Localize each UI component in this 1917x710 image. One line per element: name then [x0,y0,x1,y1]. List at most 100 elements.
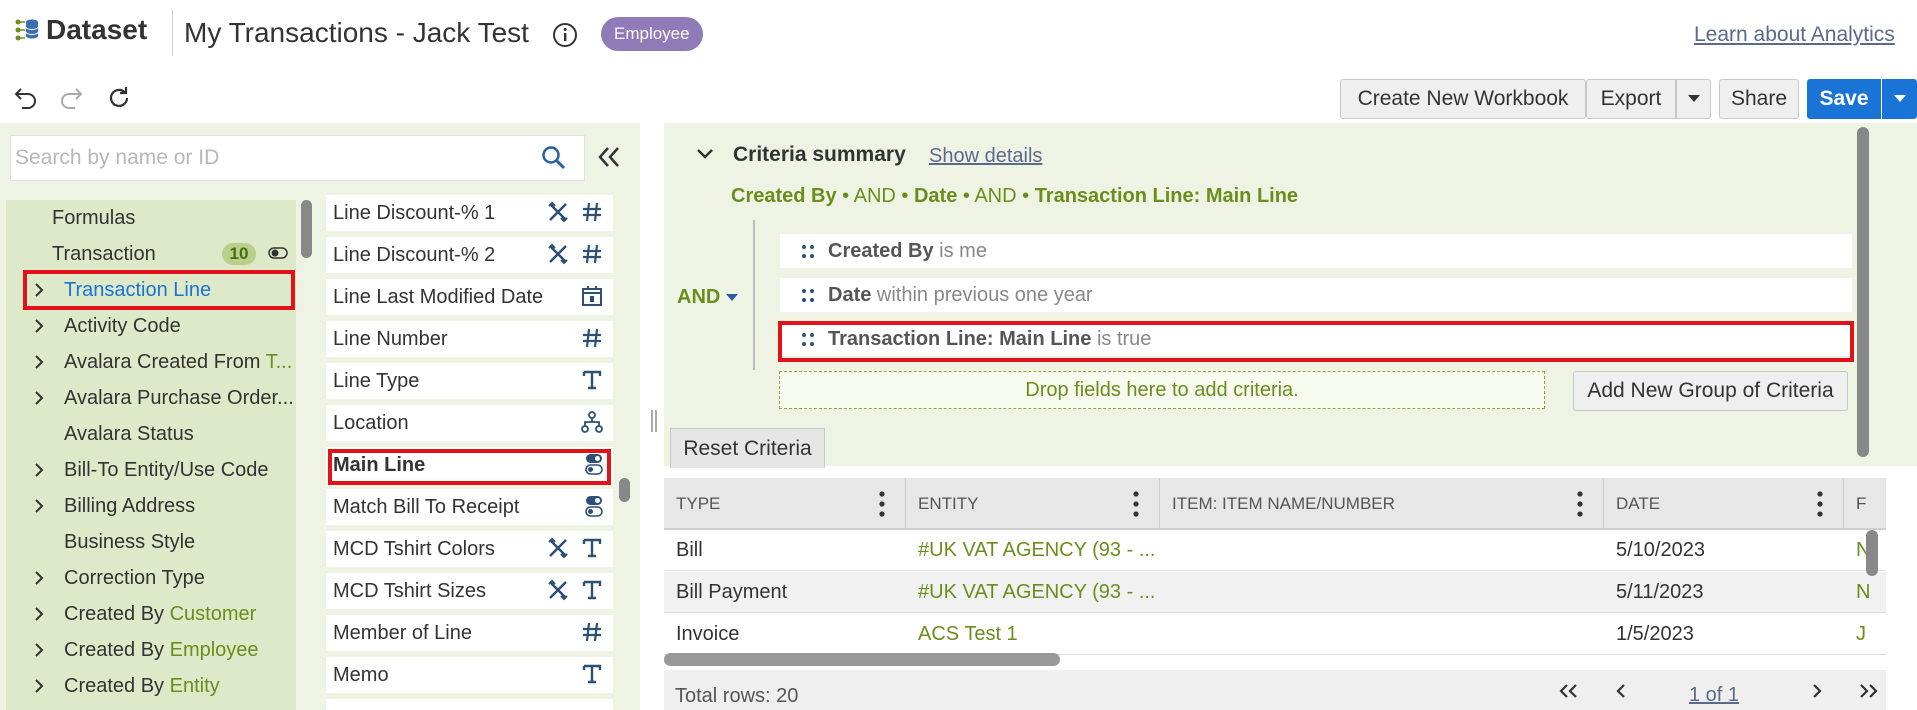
previous-page-icon[interactable] [1615,683,1627,699]
field-line-last-modified-date[interactable]: Line Last Modified Date [326,279,613,315]
table-row[interactable]: Invoice ACS Test 1 1/5/2023 J [664,614,1886,655]
more-vertical-icon[interactable] [1133,491,1139,517]
field-line-discount-2[interactable]: Line Discount-% 2 [326,237,613,273]
chevron-right-icon[interactable] [34,678,44,694]
learn-analytics-link[interactable]: Learn about Analytics [1694,23,1895,47]
role-badge: Employee [601,17,703,51]
field-line-number[interactable]: Line Number [326,321,613,357]
table-row[interactable]: Bill Payment #UK VAT AGENCY (93 - ... 5/… [664,572,1886,613]
cell-type: Invoice [676,623,740,645]
column-header[interactable]: ITEM: ITEM NAME/NUMBER [1160,478,1604,530]
next-page-icon[interactable] [1811,683,1823,699]
tree-item-created-by-entity[interactable]: Created By Entity [6,668,296,704]
reset-criteria-button[interactable]: Reset Criteria [670,428,825,468]
toggle-icon[interactable] [268,247,288,259]
criteria-row[interactable]: Created By is me [780,234,1852,268]
save-dropdown-button[interactable] [1882,79,1917,119]
field-memo[interactable]: Memo [326,657,613,693]
cell-entity[interactable]: #UK VAT AGENCY (93 - ... [918,572,1156,613]
column-header[interactable]: DATE [1604,478,1844,530]
first-page-icon[interactable] [1557,683,1579,699]
cell-type: Bill Payment [676,581,788,603]
chevron-right-icon[interactable] [34,390,44,406]
caret-down-icon [1687,95,1700,102]
collapse-panel-icon[interactable] [597,146,621,168]
cell-date: 1/5/2023 [1616,623,1694,645]
chevron-down-icon[interactable] [696,148,714,160]
more-vertical-icon[interactable] [879,491,885,517]
field-line-type[interactable]: Line Type [326,363,613,399]
pane-resize-handle[interactable] [651,410,657,432]
column-header[interactable]: TYPE [664,478,906,530]
tree-item-suffix: Employee [169,638,259,661]
field-label: Line Last Modified Date [333,285,544,308]
group-operator-dropdown[interactable]: AND [677,286,739,309]
info-icon[interactable] [552,22,578,48]
chevron-right-icon[interactable] [34,354,44,370]
table-vertical-scrollbar[interactable] [1866,530,1878,576]
summary-operator: • AND • [836,185,914,207]
tree-item-business-style[interactable]: Business Style [6,524,296,560]
field-member-of-line[interactable]: Member of Line [326,615,613,651]
criteria-row[interactable]: Date within previous one year [780,278,1852,312]
drag-handle-icon[interactable] [802,245,814,259]
refresh-icon[interactable] [106,85,132,111]
tree-item-label: Formulas [52,206,136,229]
save-button[interactable]: Save [1807,79,1881,119]
chevron-right-icon[interactable] [34,570,44,586]
table-row[interactable]: Bill #UK VAT AGENCY (93 - ... 5/10/2023 … [664,530,1886,571]
show-details-link[interactable]: Show details [929,145,1042,168]
export-dropdown-button[interactable] [1676,79,1711,119]
tree-item-created-by-customer[interactable]: Created By Customer [6,596,296,632]
drag-handle-icon[interactable] [802,289,814,303]
cell-entity[interactable]: #UK VAT AGENCY (93 - ... [918,530,1156,571]
cell-entity[interactable]: ACS Test 1 [918,614,1018,655]
formula-tools-icon [548,537,568,559]
chevron-right-icon[interactable] [34,498,44,514]
tree-item-activity-code[interactable]: Activity Code [6,308,296,344]
tree-scrollbar[interactable] [301,200,312,258]
criteria-drop-zone[interactable]: Drop fields here to add criteria. [779,371,1545,409]
field-match-bill-to-receipt[interactable]: Match Bill To Receipt [326,489,613,525]
tree-item-formulas[interactable]: Formulas [6,200,296,236]
share-button[interactable]: Share [1719,79,1799,119]
criteria-scrollbar[interactable] [1857,127,1869,457]
tree-item-avalara-created-from[interactable]: Avalara Created From T... [6,344,296,380]
redo-icon[interactable] [58,85,84,109]
field-label: Memo [333,663,389,686]
chevron-right-icon[interactable] [34,606,44,622]
add-criteria-group-button[interactable]: Add New Group of Criteria [1573,371,1848,411]
search-box[interactable] [10,135,585,181]
number-icon [583,622,601,642]
more-vertical-icon[interactable] [1817,491,1823,517]
page-indicator[interactable]: 1 of 1 [1689,684,1739,707]
more-vertical-icon[interactable] [1577,491,1583,517]
create-new-workbook-button[interactable]: Create New Workbook [1340,79,1586,119]
field-line-discount-1[interactable]: Line Discount-% 1 [326,195,613,231]
chevron-right-icon[interactable] [34,642,44,658]
tree-item-created-by-employee[interactable]: Created By Employee [6,632,296,668]
tree-item-billing-address[interactable]: Billing Address [6,488,296,524]
fields-scrollbar[interactable] [619,478,630,502]
field-mcd-tshirt-sizes[interactable]: MCD Tshirt Sizes [326,573,613,609]
text-icon [582,538,602,558]
column-header[interactable]: F [1844,478,1886,530]
undo-icon[interactable] [13,85,39,109]
field-location[interactable]: Location [326,405,613,441]
chevron-right-icon[interactable] [34,462,44,478]
tree-item-avalara-purchase-order[interactable]: Avalara Purchase Order... [6,380,296,416]
search-input[interactable] [11,146,541,170]
table-horizontal-scrollbar[interactable] [664,653,1060,666]
tree-item-transaction[interactable]: Transaction 10 [6,236,296,272]
text-icon [582,664,602,684]
search-icon[interactable] [541,145,567,171]
tree-item-label: Correction Type [64,566,205,589]
chevron-right-icon[interactable] [34,318,44,334]
tree-item-avalara-status[interactable]: Avalara Status [6,416,296,452]
field-mcd-tshirt-colors[interactable]: MCD Tshirt Colors [326,531,613,567]
column-header[interactable]: ENTITY [906,478,1160,530]
last-page-icon[interactable] [1858,683,1880,699]
tree-item-correction-type[interactable]: Correction Type [6,560,296,596]
tree-item-bill-to-entity[interactable]: Bill-To Entity/Use Code [6,452,296,488]
export-button[interactable]: Export [1586,79,1676,119]
